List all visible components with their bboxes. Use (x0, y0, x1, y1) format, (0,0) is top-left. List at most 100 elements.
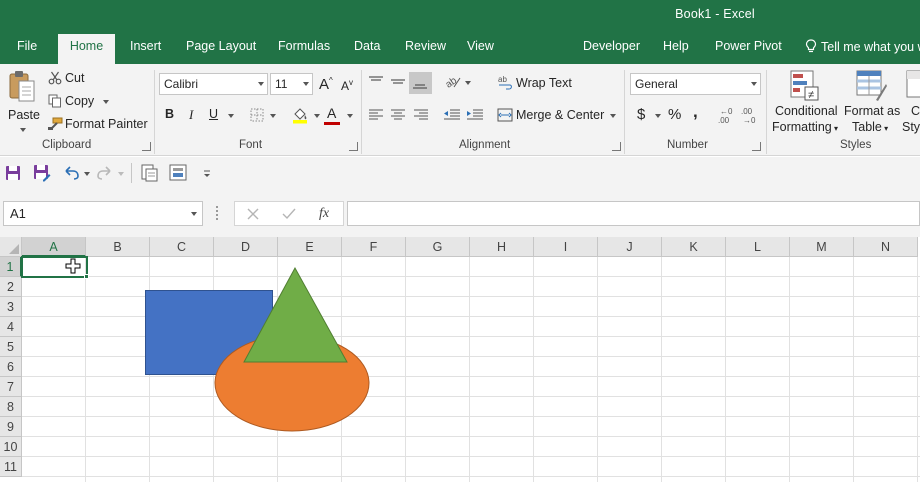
number-group-label: Number (667, 139, 708, 151)
insert-function-button[interactable]: fx (319, 206, 329, 222)
tab-data[interactable]: Data (354, 39, 380, 53)
cell-styles-icon (906, 70, 920, 98)
merge-center-button[interactable]: Merge & Center (496, 106, 620, 126)
cut-button[interactable]: Cut (46, 68, 106, 88)
merge-dropdown-icon[interactable] (610, 114, 616, 118)
wrap-text-label: Wrap Text (516, 76, 572, 90)
tab-home[interactable]: Home (58, 34, 115, 64)
svg-text:.00: .00 (718, 116, 730, 124)
copy-dropdown-icon[interactable] (103, 100, 109, 104)
font-size-combo[interactable]: 11 (270, 73, 313, 95)
enter-icon[interactable] (282, 208, 296, 220)
merge-center-icon (497, 108, 513, 122)
conditional-formatting-button[interactable]: ≠ Conditional Formatting ▾ (771, 68, 839, 136)
increase-decimal-icon[interactable]: ←0 .00 (717, 106, 737, 124)
format-painter-button[interactable]: Format Painter (46, 114, 150, 134)
paste-button[interactable]: Paste (5, 68, 41, 132)
align-right-icon[interactable] (413, 108, 429, 122)
font-launcher-icon[interactable] (349, 142, 358, 151)
number-format-combo[interactable]: General (630, 73, 761, 95)
undo-dropdown-icon[interactable] (84, 172, 90, 176)
formula-bar-splitter[interactable] (216, 206, 218, 220)
save-icon[interactable] (5, 165, 21, 181)
align-top-icon[interactable] (368, 75, 384, 89)
spreadsheet-grid: ABCDEFGHIJKLMN 1 2 3 4 5 6 7 8 9 10 11 (0, 237, 920, 482)
group-separator (154, 70, 155, 154)
copy-button[interactable]: Copy (46, 91, 116, 111)
orientation-dropdown-icon[interactable] (465, 81, 471, 85)
form-icon[interactable] (169, 164, 187, 182)
styles-group-label: Styles (840, 139, 872, 151)
grow-font-button[interactable]: A^ (319, 76, 333, 93)
underline-button[interactable]: U (209, 107, 218, 121)
wrap-text-button[interactable]: ab Wrap Text (496, 74, 576, 94)
decrease-decimal-icon[interactable]: .00 →0 (740, 106, 760, 124)
italic-button[interactable]: I (189, 107, 193, 123)
shrink-font-button[interactable]: Av (341, 78, 353, 93)
align-bottom-button[interactable] (409, 72, 432, 94)
format-painter-label: Format Painter (65, 117, 148, 131)
tell-me-box[interactable]: Tell me what you w (805, 39, 920, 54)
font-color-dropdown-icon[interactable] (347, 114, 353, 118)
format-painter-icon (48, 117, 63, 130)
fill-color-icon[interactable] (291, 106, 309, 124)
underline-dropdown-icon[interactable] (228, 114, 234, 118)
font-name-value: Calibri (164, 77, 199, 91)
align-center-icon[interactable] (390, 108, 406, 122)
percent-button[interactable]: % (668, 106, 681, 123)
tab-power-pivot[interactable]: Power Pivot (715, 39, 782, 53)
align-middle-icon[interactable] (390, 75, 406, 89)
undo-icon[interactable] (63, 165, 79, 181)
svg-text:→0: →0 (743, 116, 756, 124)
borders-icon[interactable] (250, 108, 264, 122)
tab-developer[interactable]: Developer (583, 39, 640, 53)
copy-label: Copy (65, 94, 95, 108)
bold-button[interactable]: B (165, 107, 174, 121)
tab-file[interactable]: File (17, 39, 37, 53)
cell-styles-label-2: Styl (902, 120, 920, 134)
tab-insert[interactable]: Insert (130, 39, 161, 53)
font-color-button[interactable]: A (327, 105, 336, 121)
alignment-launcher-icon[interactable] (612, 142, 621, 151)
clipboard-launcher-icon[interactable] (142, 142, 151, 151)
tab-view[interactable]: View (467, 39, 494, 53)
borders-dropdown-icon[interactable] (270, 114, 276, 118)
cancel-icon[interactable] (247, 208, 259, 220)
save-as-icon[interactable] (33, 164, 51, 182)
tab-review[interactable]: Review (405, 39, 446, 53)
conditional-formatting-label-1: Conditional (775, 104, 838, 118)
conditional-formatting-icon: ≠ (790, 70, 819, 101)
formula-input[interactable] (347, 201, 920, 226)
svg-text:.00: .00 (741, 107, 753, 116)
tab-page-layout[interactable]: Page Layout (186, 39, 256, 53)
name-box[interactable]: A1 (3, 201, 203, 226)
group-separator (766, 70, 767, 154)
increase-indent-icon[interactable] (466, 108, 484, 122)
currency-button[interactable]: $ (637, 106, 645, 123)
comma-button[interactable]: , (693, 102, 698, 122)
redo-icon[interactable] (97, 165, 113, 181)
cut-label: Cut (65, 71, 85, 85)
format-as-table-icon (856, 70, 887, 101)
print-preview-icon[interactable] (140, 164, 158, 182)
align-left-icon[interactable] (368, 108, 384, 122)
format-as-table-button[interactable]: Format as Table ▾ (842, 68, 902, 136)
fill-color-dropdown-icon[interactable] (314, 114, 320, 118)
font-name-combo[interactable]: Calibri (159, 73, 268, 95)
font-color-swatch (324, 122, 340, 125)
decrease-indent-icon[interactable] (443, 108, 461, 122)
cell-styles-button[interactable]: Ce Styl (902, 68, 920, 136)
cell-styles-label-1: Ce (911, 104, 920, 118)
number-launcher-icon[interactable] (752, 142, 761, 151)
redo-dropdown-icon[interactable] (118, 172, 124, 176)
currency-dropdown-icon[interactable] (655, 114, 661, 118)
tell-me-label: Tell me what you w (821, 40, 920, 54)
tab-formulas[interactable]: Formulas (278, 39, 330, 53)
chevron-down-icon (191, 212, 197, 216)
tab-help[interactable]: Help (663, 39, 689, 53)
font-group-label: Font (239, 139, 263, 151)
toolbar-separator (131, 163, 132, 183)
lightbulb-icon (805, 39, 817, 53)
orientation-icon[interactable]: ab (444, 74, 462, 90)
customize-toolbar-icon[interactable] (202, 169, 212, 179)
